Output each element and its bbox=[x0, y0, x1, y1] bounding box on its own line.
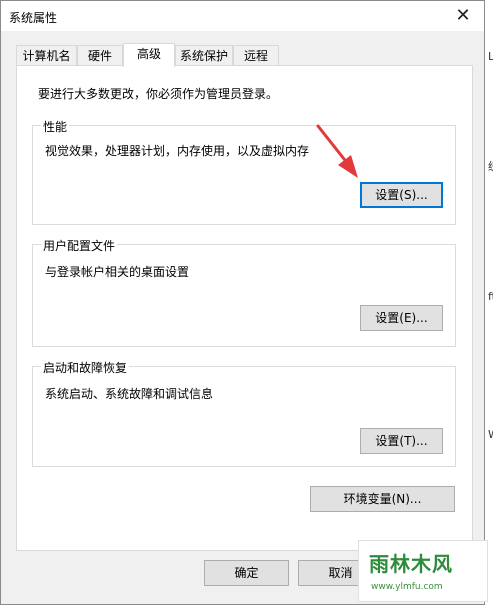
performance-group: 性能 视觉效果，处理器计划，内存使用，以及虚拟内存 设置(S)... bbox=[32, 118, 456, 225]
admin-notice: 要进行大多数更改，你必须作为管理员登录。 bbox=[38, 87, 279, 101]
environment-variables-button[interactable]: 环境变量(N)... bbox=[310, 486, 455, 512]
tab-system-protection[interactable]: 系统保护 bbox=[175, 45, 233, 65]
user-profiles-description: 与登录帐户相关的桌面设置 bbox=[45, 265, 190, 279]
tab-hardware[interactable]: 硬件 bbox=[77, 45, 123, 65]
title-bar[interactable]: 系统属性 ✕ bbox=[1, 1, 484, 31]
close-icon: ✕ bbox=[455, 5, 471, 26]
tab-computer-name[interactable]: 计算机名 bbox=[16, 45, 77, 65]
startup-recovery-group-title: 启动和故障恢复 bbox=[41, 359, 130, 376]
background-text-fragment: L bbox=[488, 50, 493, 63]
watermark-text: 雨林木风 bbox=[369, 552, 453, 576]
background-text-fragment: W bbox=[488, 428, 493, 441]
startup-recovery-group: 启动和故障恢复 系统启动、系统故障和调试信息 设置(T)... bbox=[32, 359, 456, 467]
startup-recovery-description: 系统启动、系统故障和调试信息 bbox=[45, 387, 214, 401]
user-profiles-group-title: 用户配置文件 bbox=[41, 237, 118, 254]
performance-group-title: 性能 bbox=[41, 118, 70, 135]
advanced-tab-panel: 要进行大多数更改，你必须作为管理员登录。 性能 视觉效果，处理器计划，内存使用，… bbox=[16, 65, 473, 551]
performance-settings-button[interactable]: 设置(S)... bbox=[360, 182, 443, 208]
window-title: 系统属性 bbox=[9, 11, 58, 25]
background-desktop-strip: L 统 ft W bbox=[486, 0, 493, 605]
background-text-fragment: ft bbox=[488, 290, 493, 303]
watermark-url: www.ylmfu.com bbox=[371, 582, 443, 592]
watermark-logo: 雨林木风 www.ylmfu.com bbox=[358, 540, 488, 602]
tab-advanced[interactable]: 高级 bbox=[123, 43, 175, 67]
performance-description: 视觉效果，处理器计划，内存使用，以及虚拟内存 bbox=[45, 144, 310, 158]
close-button[interactable]: ✕ bbox=[448, 3, 478, 29]
background-text-fragment: 统 bbox=[488, 158, 493, 174]
startup-recovery-settings-button[interactable]: 设置(T)... bbox=[360, 428, 443, 454]
user-profiles-settings-button[interactable]: 设置(E)... bbox=[360, 305, 443, 331]
ok-button[interactable]: 确定 bbox=[204, 560, 289, 586]
tab-remote[interactable]: 远程 bbox=[233, 45, 279, 65]
system-properties-dialog: 系统属性 ✕ 计算机名 硬件 高级 系统保护 远程 要进行大多数更改，你必须作为… bbox=[0, 0, 485, 605]
user-profiles-group: 用户配置文件 与登录帐户相关的桌面设置 设置(E)... bbox=[32, 237, 456, 347]
